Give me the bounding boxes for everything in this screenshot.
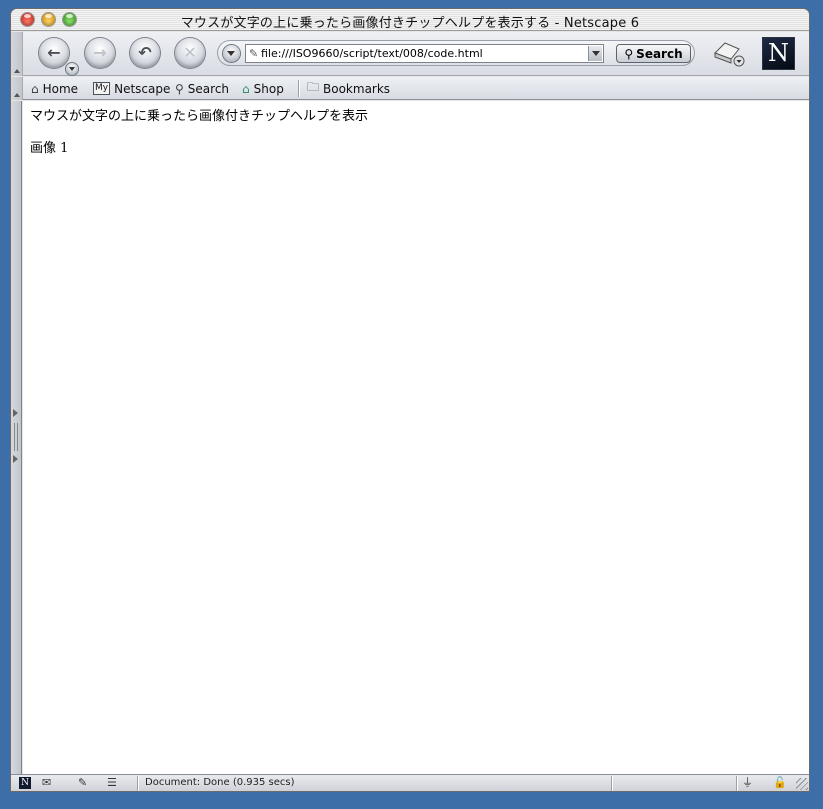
back-history-dropdown[interactable]	[66, 63, 78, 75]
back-arrow-icon: ←	[47, 43, 61, 62]
personal-item-netscape[interactable]: My Netscape	[93, 80, 170, 97]
shop-icon: ⌂	[242, 81, 250, 96]
status-bar: N ✉ ✎ ☰ Document: Done (0.935 secs) ⏚ 🔓	[11, 774, 809, 791]
reload-button[interactable]: ↶	[130, 38, 160, 68]
online-connection-icon[interactable]: ⏚	[742, 776, 753, 790]
personal-item-search[interactable]: ⚲ Search	[175, 80, 229, 97]
status-text: Document: Done (0.935 secs)	[145, 777, 295, 788]
splitter-grip[interactable]	[14, 423, 18, 451]
sidebar-open-arrow-icon[interactable]	[13, 455, 18, 463]
personal-item-label: Netscape	[114, 81, 171, 96]
stop-button[interactable]: ✕	[175, 38, 205, 68]
tooltip-target-text[interactable]: 画像 1	[30, 140, 809, 157]
status-divider	[611, 776, 612, 791]
netscape-logo[interactable]: N	[762, 37, 795, 70]
search-button-label: Search	[636, 46, 683, 61]
browser-window: マウスが文字の上に乗ったら画像付きチップヘルプを表示する - Netscape …	[11, 9, 809, 791]
url-text: file:///ISO9660/script/text/008/code.htm…	[261, 47, 483, 60]
personal-item-label: Bookmarks	[323, 81, 391, 96]
magnifier-icon: ⚲	[624, 46, 634, 61]
my-netscape-icon: My	[93, 82, 111, 95]
mail-throbber-icon[interactable]	[711, 39, 745, 67]
navigator-icon[interactable]: N	[19, 777, 31, 789]
status-divider	[137, 776, 138, 791]
personal-toolbar: ⌂ Home My Netscape ⚲ Search ⌂ Shop 🗀 Boo…	[11, 77, 809, 100]
back-button[interactable]: ←	[39, 38, 69, 68]
resize-grip[interactable]	[796, 778, 808, 790]
home-icon: ⌂	[31, 81, 39, 96]
toolbar-separator	[298, 80, 299, 97]
stop-icon: ✕	[183, 43, 197, 62]
personal-item-label: Shop	[253, 81, 284, 96]
window-title: マウスが文字の上に乗ったら画像付きチップヘルプを表示する - Netscape …	[180, 16, 640, 31]
personal-item-home[interactable]: ⌂ Home	[31, 80, 78, 97]
navigation-toolbar: ← → ↶ ✕ ✎ file:///ISO9660/script/text/008…	[11, 32, 809, 76]
page-heading-text: マウスが文字の上に乗ったら画像付きチップヘルプを表示	[30, 109, 369, 124]
security-lock-icon[interactable]: 🔓	[773, 776, 787, 790]
composer-icon[interactable]: ✎	[78, 776, 87, 790]
url-bar-group: ✎ file:///ISO9660/script/text/008/code.ht…	[217, 40, 695, 66]
forward-button[interactable]: →	[85, 38, 115, 68]
personal-item-bookmarks[interactable]: 🗀 Bookmarks	[307, 80, 390, 97]
status-divider	[736, 776, 737, 791]
sidebar-open-arrow-icon[interactable]	[13, 409, 18, 417]
personal-item-label: Home	[42, 81, 79, 96]
search-button[interactable]: ⚲ Search	[616, 44, 691, 63]
url-history-dropdown-button[interactable]	[223, 45, 240, 62]
page-content: マウスが文字の上に乗ったら画像付きチップヘルプを表示 画像 1	[23, 101, 809, 774]
page-proxy-icon[interactable]: ✎	[249, 47, 261, 60]
title-bar[interactable]: マウスが文字の上に乗ったら画像付きチップヘルプを表示する - Netscape …	[11, 9, 809, 31]
personal-item-label: Search	[187, 81, 230, 96]
personal-item-shop[interactable]: ⌂ Shop	[242, 80, 284, 97]
search-icon: ⚲	[175, 81, 184, 96]
sidebar-splitter[interactable]	[11, 101, 22, 774]
mail-icon[interactable]: ✉	[42, 776, 51, 790]
personal-toolbar-collapse-grip[interactable]	[11, 77, 23, 100]
folder-icon: 🗀	[307, 80, 320, 94]
forward-arrow-icon: →	[93, 43, 107, 62]
address-book-icon[interactable]: ☰	[107, 776, 117, 790]
toolbar-collapse-grip[interactable]	[11, 32, 23, 76]
reload-icon: ↶	[138, 43, 152, 62]
url-input[interactable]: ✎ file:///ISO9660/script/text/008/code.ht…	[245, 44, 604, 63]
url-dropdown-arrow[interactable]	[588, 46, 602, 61]
